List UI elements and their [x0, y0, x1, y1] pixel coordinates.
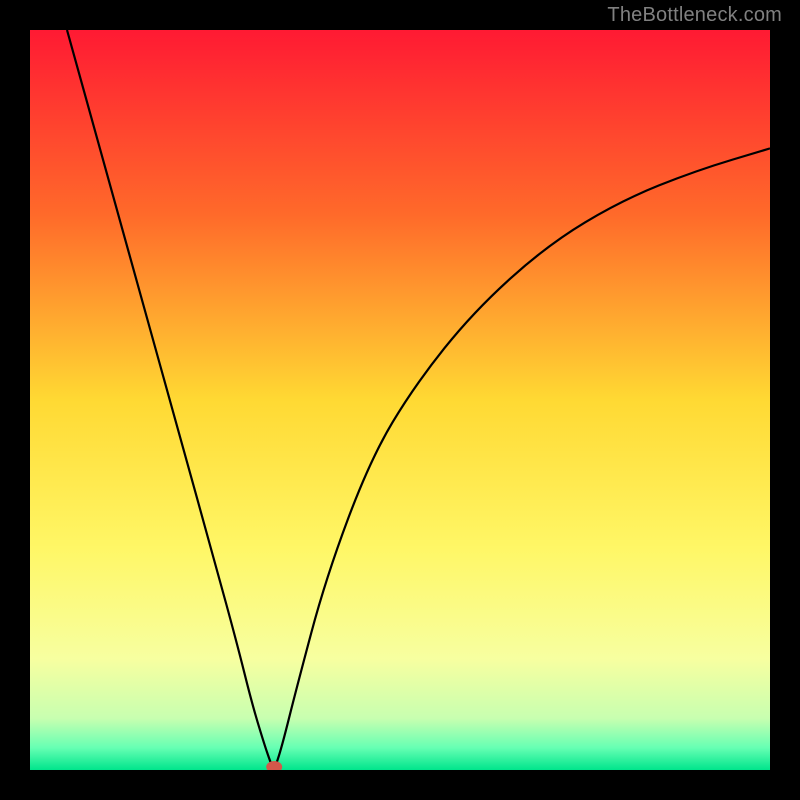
chart-frame: TheBottleneck.com: [0, 0, 800, 800]
chart-svg: [30, 30, 770, 770]
gradient-background: [30, 30, 770, 770]
watermark-text: TheBottleneck.com: [607, 4, 782, 27]
plot-area: [30, 30, 770, 770]
